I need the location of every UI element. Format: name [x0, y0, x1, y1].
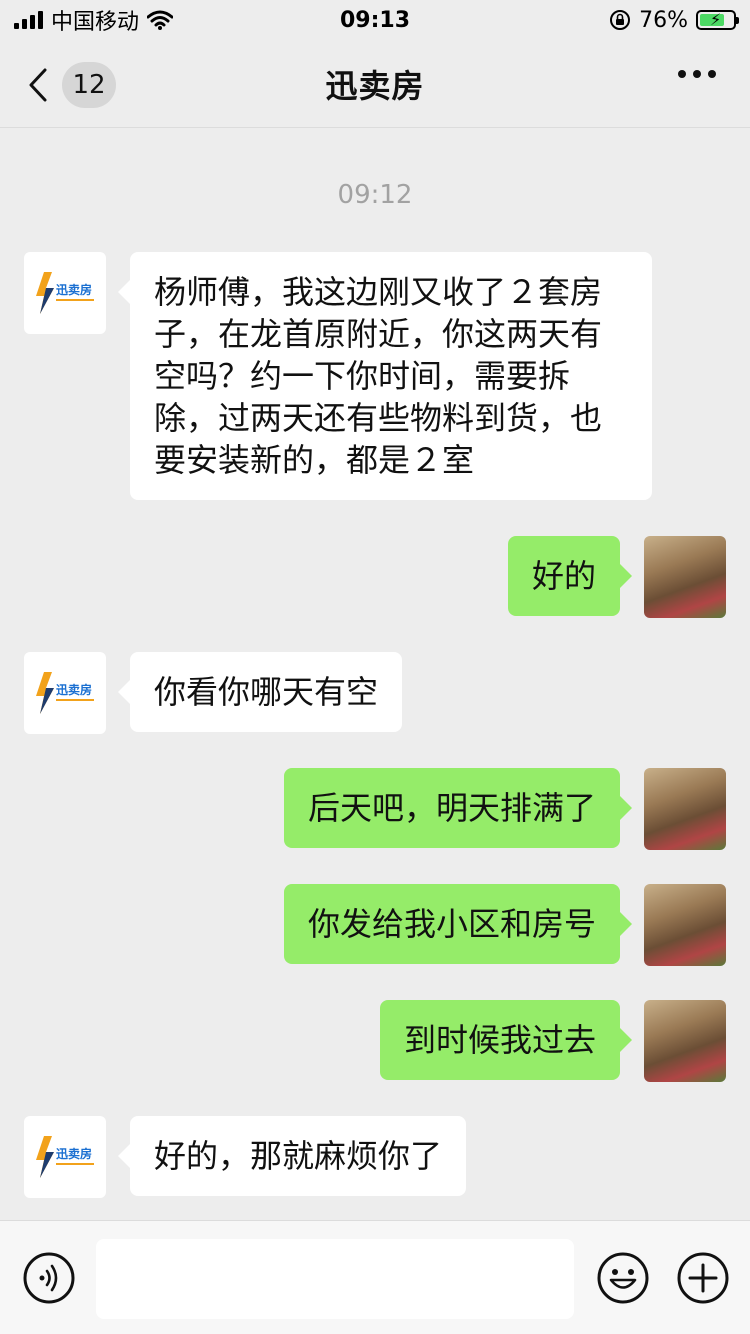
wifi-icon [147, 10, 174, 30]
contact-avatar[interactable]: 迅卖房 [24, 652, 106, 734]
more-options-button[interactable] [678, 70, 716, 78]
outgoing-message-bubble[interactable]: 后天吧，明天排满了 [283, 768, 633, 848]
message-timestamp: 09:12 [337, 180, 413, 210]
contact-avatar[interactable]: 迅卖房 [24, 252, 106, 334]
emoji-icon [597, 1252, 649, 1304]
battery-percent: 76% [639, 7, 688, 33]
chevron-left-icon [29, 68, 47, 102]
input-bar [0, 1220, 750, 1334]
message-input[interactable] [96, 1239, 574, 1319]
incoming-message-bubble[interactable]: 好的，那就麻烦你了 [117, 1116, 467, 1196]
contact-avatar[interactable]: 迅卖房 [24, 1116, 106, 1198]
signal-icon [14, 11, 43, 29]
carrier-label: 中国移动 [51, 10, 140, 35]
unread-count-badge: 12 [62, 62, 116, 108]
brand-logo-text: 迅卖房 [56, 1146, 92, 1161]
brand-logo-icon: 迅卖房 [36, 272, 94, 314]
outgoing-message-bubble[interactable]: 到时候我过去 [379, 1000, 633, 1080]
back-button[interactable]: 12 [28, 62, 116, 108]
outgoing-message-bubble[interactable]: 你发给我小区和房号 [283, 884, 633, 964]
brand-logo-text: 迅卖房 [56, 282, 92, 297]
charging-icon: ⚡ [710, 10, 722, 29]
voice-icon [23, 1252, 75, 1304]
outgoing-message-bubble[interactable]: 好的 [507, 536, 633, 616]
brand-logo-icon: 迅卖房 [36, 672, 94, 714]
user-avatar[interactable] [644, 1000, 726, 1082]
emoji-button[interactable] [596, 1251, 650, 1309]
user-avatar[interactable] [644, 536, 726, 618]
status-bar: 中国移动 09:13 76% ⚡ [0, 0, 750, 40]
status-left: 中国移动 [14, 4, 174, 36]
plus-icon [677, 1252, 729, 1304]
battery-icon: ⚡ [696, 10, 739, 30]
status-right: 76% ⚡ [609, 7, 739, 33]
more-functions-button[interactable] [676, 1251, 730, 1309]
brand-logo-icon: 迅卖房 [36, 1136, 94, 1178]
incoming-message-bubble[interactable]: 你看你哪天有空 [117, 652, 403, 732]
orientation-lock-icon [610, 10, 631, 30]
chat-title: 迅卖房 [325, 66, 425, 105]
incoming-message-bubble[interactable]: 杨师傅，我这边刚又收了２套房子，在龙首原附近，你这两天有空吗？约一下你时间，需要… [118, 252, 652, 500]
chat-area[interactable]: 09:12 迅卖房 杨师傅，我这边刚又收了２套房子，在龙首原附近，你这两天有空吗… [0, 128, 750, 1220]
user-avatar[interactable] [644, 884, 726, 966]
user-avatar[interactable] [644, 768, 726, 850]
brand-logo-text: 迅卖房 [56, 682, 92, 697]
nav-bar: 12 迅卖房 [0, 40, 750, 128]
voice-button[interactable] [22, 1251, 76, 1309]
